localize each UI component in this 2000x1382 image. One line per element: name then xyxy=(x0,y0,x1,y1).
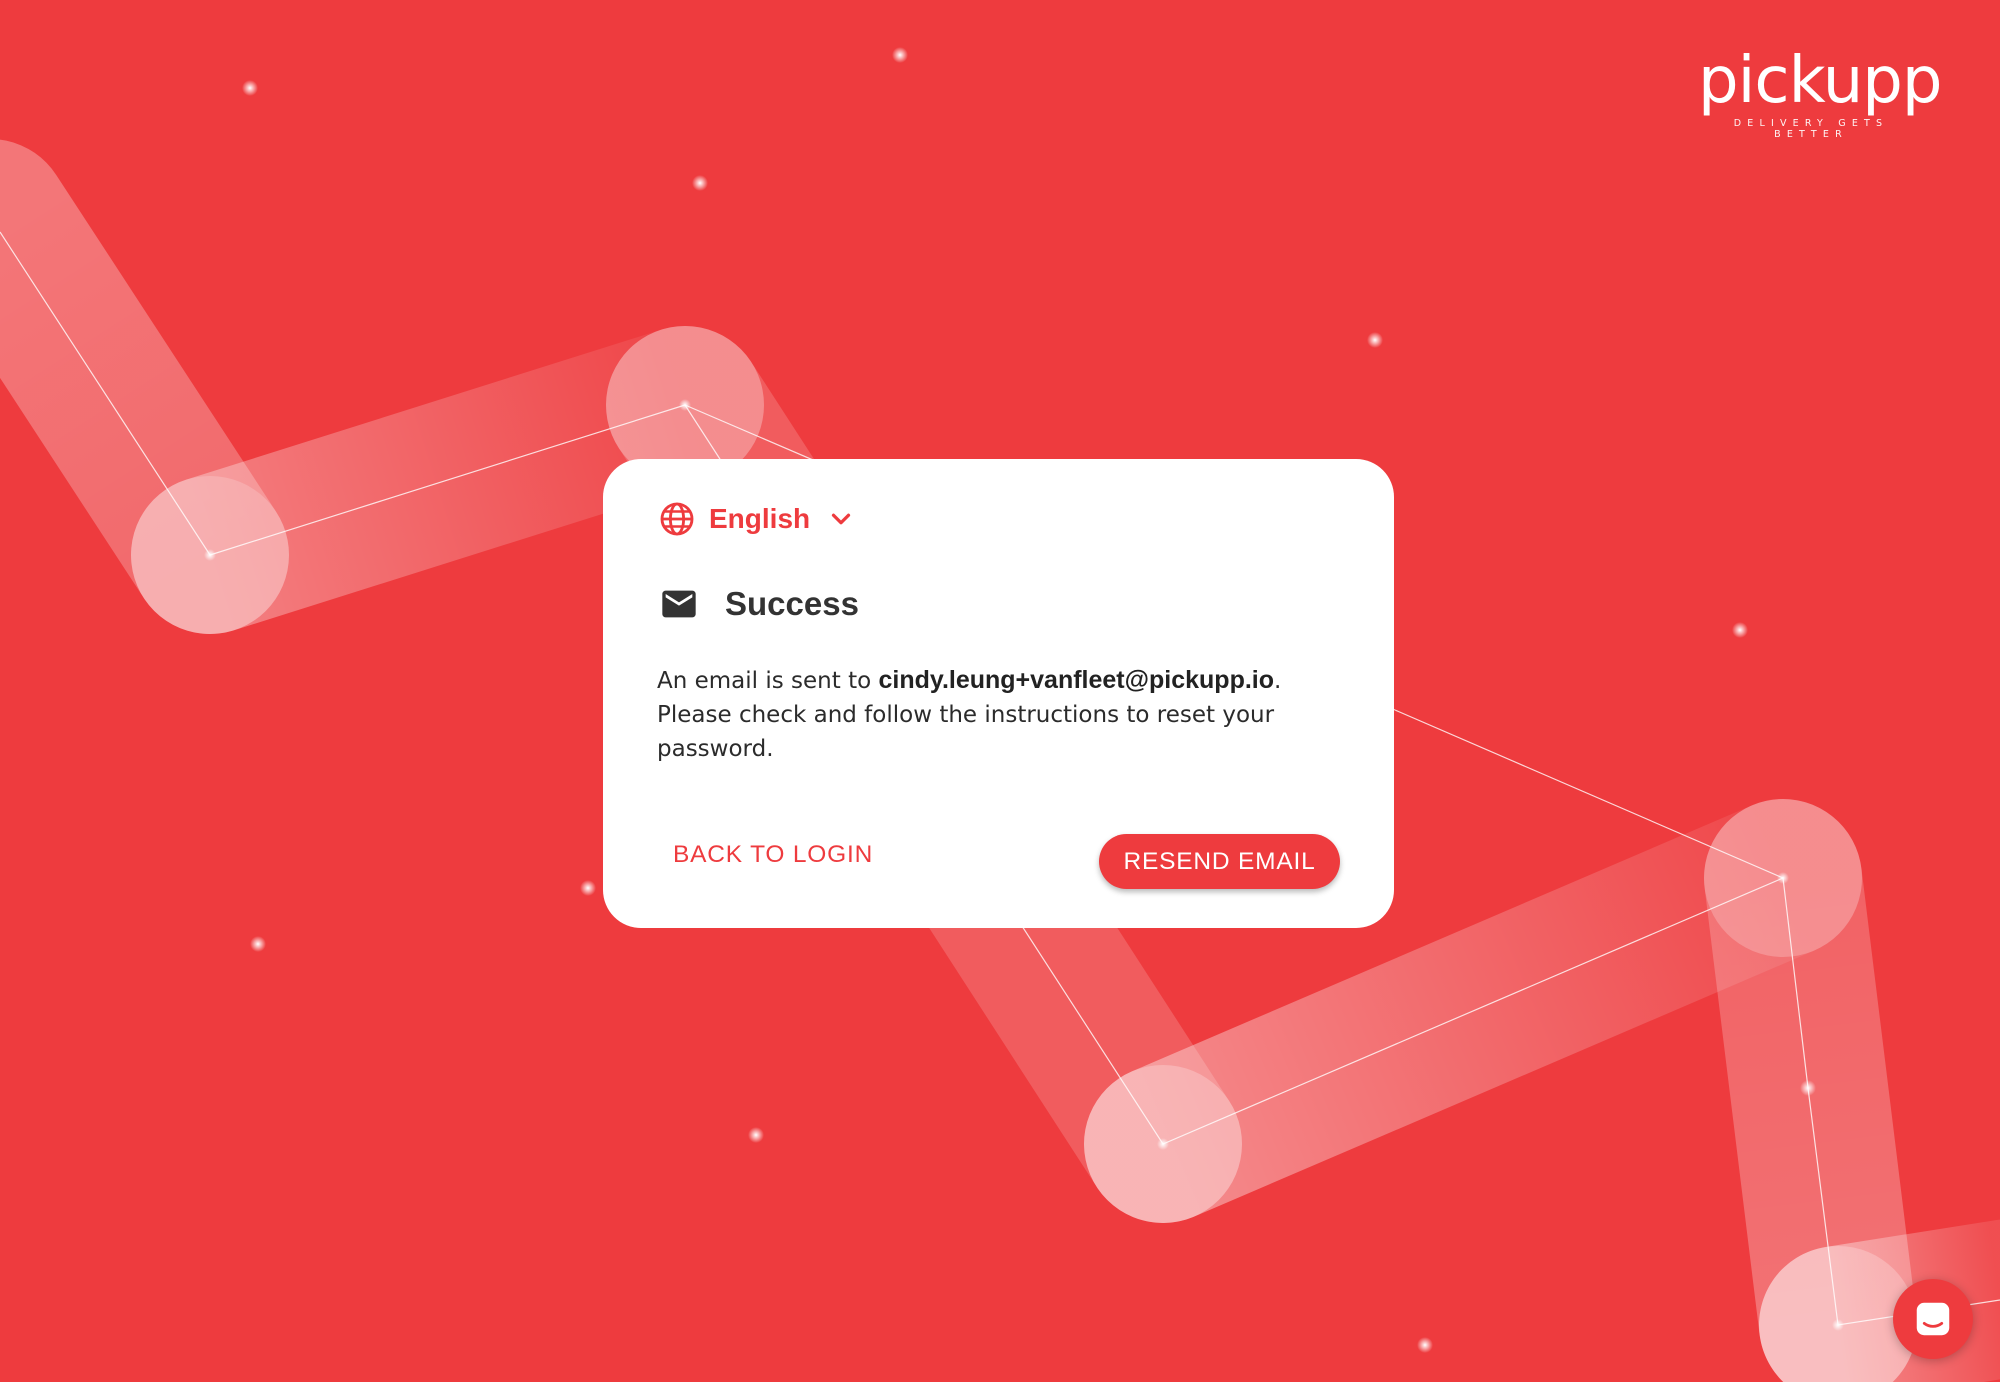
title-row: Success xyxy=(659,581,859,627)
message-instructions: Please check and follow the instructions… xyxy=(657,702,1275,762)
message-prefix: An email is sent to xyxy=(657,668,879,694)
mail-icon xyxy=(662,590,696,618)
chevron-down-icon xyxy=(832,513,851,525)
language-selector[interactable]: English xyxy=(659,499,856,539)
back-to-login-button[interactable]: BACK TO LOGIN xyxy=(665,829,881,881)
dialog-message: An email is sent to cindy.leung+vanfleet… xyxy=(657,663,1317,766)
recipient-email: cindy.leung+vanfleet@pickupp.io xyxy=(878,666,1275,694)
pickupp-logo: pickupp DELIVERY GETS BETTER xyxy=(1698,42,1943,140)
resend-email-button[interactable]: RESEND EMAIL xyxy=(1099,834,1340,889)
logo-tagline: DELIVERY GETS BETTER xyxy=(1733,118,1889,140)
logo-wordmark: pickupp xyxy=(1698,44,1943,118)
reset-success-card: English Success An email is sent to cind… xyxy=(603,459,1394,928)
message-suffix: . xyxy=(1274,668,1282,694)
language-label: English xyxy=(709,503,811,534)
globe-icon xyxy=(660,502,694,536)
chat-launcher-button[interactable] xyxy=(1893,1279,1973,1359)
chat-icon xyxy=(1916,1302,1950,1336)
dialog-title: Success xyxy=(725,585,859,622)
